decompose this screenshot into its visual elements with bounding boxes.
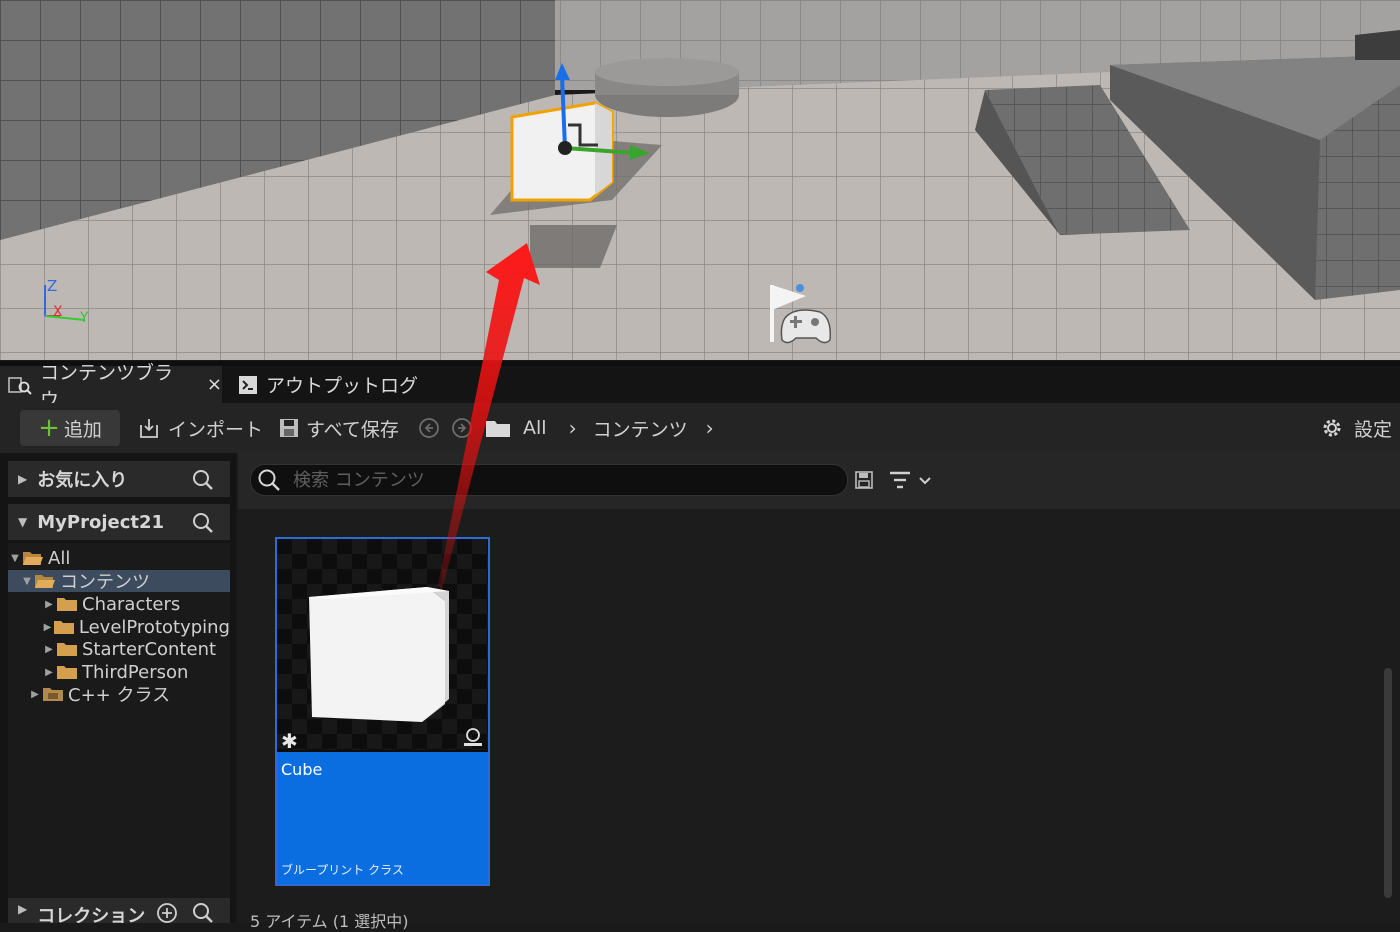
breadcrumb-all[interactable]: All — [523, 417, 547, 439]
viewport-scene: Z X Y — [0, 0, 1400, 360]
level-viewport[interactable]: Z X Y — [0, 0, 1400, 360]
project-header[interactable]: ▼ MyProject21 — [8, 504, 230, 540]
content-browser-toolbar: + 追加 インポート すべて保存 All › コンテンツ › 設定 — [0, 403, 1400, 453]
chevron-down-icon[interactable]: ▼ — [8, 553, 22, 564]
collections-header[interactable]: ▶ コレクション — [8, 898, 230, 923]
tree-item-label: All — [48, 547, 71, 569]
import-button-label: インポート — [168, 418, 264, 441]
collections-label: コレクション — [37, 906, 146, 923]
asset-type: ブループリント クラス — [281, 863, 404, 877]
forward-button[interactable] — [451, 410, 473, 446]
tree-item-all[interactable]: ▼ All — [8, 547, 230, 569]
tab-content-browser[interactable]: コンテンツブラウ... × — [0, 362, 222, 411]
save-icon — [278, 417, 300, 439]
tree-item-label: C++ クラス — [68, 685, 171, 706]
search-icon[interactable] — [192, 902, 214, 923]
tree-item-label: LevelPrototyping — [78, 616, 230, 638]
plus-icon: + — [38, 413, 60, 443]
save-all-button[interactable]: すべて保存 — [278, 410, 399, 446]
back-arrow-icon — [418, 417, 440, 439]
breadcrumb: All › コンテンツ › — [485, 410, 714, 446]
tree-item-label: ThirdPerson — [82, 661, 189, 683]
save-all-button-label: すべて保存 — [306, 418, 399, 441]
breadcrumb-content[interactable]: コンテンツ — [593, 415, 688, 442]
folder-tree: ▼ All ▼ コンテンツ ▶ Characters ▶ LevelProtot… — [8, 543, 230, 903]
status-text: 5 アイテム (1 選択中) — [250, 912, 409, 931]
add-button[interactable]: + 追加 — [20, 410, 120, 446]
output-log-icon — [238, 375, 258, 395]
search-icon[interactable] — [192, 469, 214, 496]
add-collection-icon[interactable] — [156, 902, 178, 923]
folder-open-icon — [22, 550, 44, 566]
cpp-folder-icon — [42, 686, 64, 702]
folder-icon — [53, 619, 75, 635]
gear-icon — [1320, 416, 1344, 440]
favorites-header[interactable]: ▶ お気に入り — [8, 461, 230, 497]
actor-class-icon — [462, 726, 484, 748]
search-box[interactable] — [250, 464, 848, 496]
chevron-right-icon[interactable]: ▶ — [42, 644, 56, 655]
tree-item-characters[interactable]: ▶ Characters — [8, 593, 230, 615]
axis-z-label: Z — [47, 277, 57, 295]
chevron-right-icon[interactable]: ▶ — [28, 689, 42, 700]
breadcrumb-separator-icon[interactable]: › — [706, 416, 714, 440]
tree-item-cpp-classes[interactable]: ▶ C++ クラス — [8, 683, 230, 706]
asterisk-icon: ✱ — [281, 729, 298, 750]
folder-icon — [56, 664, 78, 680]
cube-thumbnail-icon — [309, 587, 449, 722]
chevron-down-icon: ▼ — [18, 515, 28, 529]
asset-name: Cube — [281, 760, 323, 779]
breadcrumb-separator-icon[interactable]: › — [569, 416, 577, 440]
close-icon[interactable]: × — [207, 374, 222, 395]
asset-tile-cube[interactable]: ✱ Cube ブループリント クラス — [275, 537, 490, 886]
search-bar-row — [238, 453, 1400, 509]
tree-item-thirdperson[interactable]: ▶ ThirdPerson — [8, 661, 230, 683]
chevron-right-icon[interactable]: ▶ — [42, 667, 56, 678]
vertical-scrollbar[interactable] — [1384, 668, 1392, 898]
settings-button-label: 設定 — [1354, 418, 1393, 441]
search-icon — [257, 468, 281, 492]
tab-output-log[interactable]: アウトプットログ — [230, 366, 430, 403]
panel-tab-bar: コンテンツブラウ... × アウトプットログ — [0, 361, 1400, 411]
favorites-label: お気に入り — [37, 470, 128, 491]
filter-icon[interactable] — [888, 469, 934, 491]
settings-button[interactable]: 設定 — [1320, 410, 1392, 446]
tree-item-label: Characters — [82, 593, 181, 615]
import-icon — [138, 417, 162, 439]
sources-panel: ▶ お気に入り ▼ MyProject21 ▼ All ▼ コンテンツ ▶ Ch… — [0, 453, 236, 923]
tree-item-levelprototyping[interactable]: ▶ LevelPrototyping — [8, 616, 230, 638]
forward-arrow-icon — [451, 417, 473, 439]
asset-info: Cube ブループリント クラス — [277, 752, 488, 884]
folder-icon — [56, 641, 78, 657]
chevron-right-icon[interactable]: ▶ — [42, 599, 56, 610]
content-browser-icon — [8, 375, 32, 395]
project-label: MyProject21 — [37, 511, 165, 533]
chevron-right-icon: ▶ — [18, 902, 28, 916]
import-button[interactable]: インポート — [138, 410, 263, 446]
search-icon[interactable] — [192, 512, 214, 539]
chevron-down-icon[interactable]: ▼ — [20, 576, 34, 587]
folder-icon — [56, 596, 78, 612]
save-search-icon[interactable] — [854, 470, 874, 490]
tree-item-label: コンテンツ — [60, 572, 150, 593]
back-button[interactable] — [418, 410, 440, 446]
tree-item-content[interactable]: ▼ コンテンツ — [8, 570, 230, 593]
add-button-label: 追加 — [63, 418, 102, 441]
folder-icon — [485, 418, 511, 438]
asset-thumbnail: ✱ — [277, 539, 488, 750]
chevron-right-icon: ▶ — [18, 472, 28, 486]
tab-output-log-label: アウトプットログ — [266, 375, 419, 397]
tree-item-startercontent[interactable]: ▶ StarterContent — [8, 638, 230, 660]
asset-view: ✱ Cube ブループリント クラス 5 アイテム (1 選択中) — [238, 453, 1400, 931]
search-input[interactable] — [291, 468, 815, 492]
folder-open-icon — [34, 573, 56, 589]
asset-grid: ✱ Cube ブループリント クラス — [248, 515, 1388, 895]
axis-y-label: Y — [79, 310, 89, 326]
axis-x-label: X — [53, 304, 63, 320]
tree-item-label: StarterContent — [82, 638, 217, 660]
chevron-right-icon[interactable]: ▶ — [42, 622, 53, 633]
